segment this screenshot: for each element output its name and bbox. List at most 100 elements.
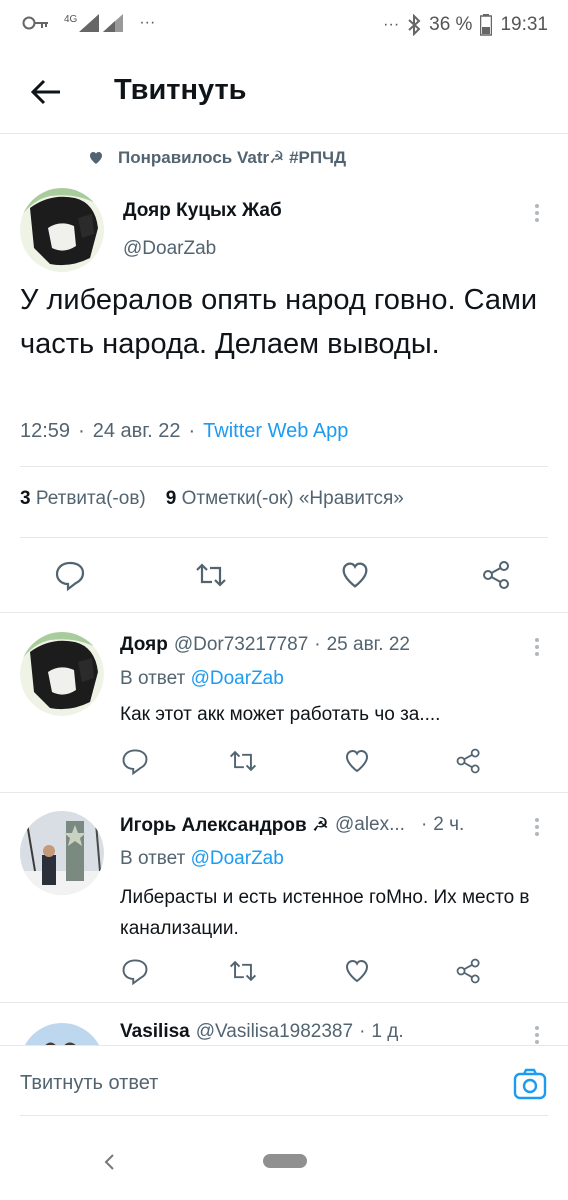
retweet-icon[interactable]	[228, 956, 258, 986]
reply-author-handle[interactable]: @Vasilisa1982387	[196, 1021, 353, 1043]
reply-button[interactable]	[53, 558, 87, 592]
reply-input[interactable]: Твитнуть ответ	[20, 1072, 158, 1095]
reply-avatar[interactable]	[20, 1023, 104, 1045]
battery-icon	[480, 14, 493, 36]
reply-header: Vasilisa @Vasilisa1982387 · 1 д.	[120, 1021, 404, 1043]
tweet-stats: 3 Ретвита(-ов) 9 Отметки(-ок) «Нравится»	[20, 488, 404, 510]
share-icon	[483, 561, 509, 589]
meta-divider	[20, 466, 548, 467]
reply-action-bar	[120, 956, 490, 986]
reply-item-partial[interactable]: Vasilisa @Vasilisa1982387 · 1 д.	[0, 1003, 568, 1045]
reply-avatar[interactable]	[20, 632, 104, 716]
avatar-image	[20, 188, 104, 272]
page-title: Твитнуть	[114, 74, 247, 106]
stats-divider	[20, 537, 548, 538]
signal-2-icon	[103, 14, 124, 32]
heart-outline-icon[interactable]	[342, 746, 372, 776]
actions-divider	[0, 612, 568, 613]
meta-separator: ·	[78, 420, 85, 442]
reply-icon[interactable]	[120, 956, 150, 986]
meta-separator: ·	[188, 420, 196, 442]
meta-separator: ·	[420, 814, 428, 835]
battery-percent: 36 %	[429, 14, 473, 35]
reply-author-name[interactable]: Vasilisa	[120, 1021, 190, 1043]
replying-to-label: В ответ	[120, 668, 186, 689]
retweet-button[interactable]	[194, 558, 228, 592]
more-options-button[interactable]	[531, 1023, 543, 1045]
avatar-image	[20, 1023, 104, 1045]
tweet-time: 12:59	[20, 420, 71, 442]
share-button[interactable]	[480, 558, 514, 592]
replying-to-handle[interactable]: @DoarZab	[191, 668, 284, 689]
author-name[interactable]: Дояр Куцых Жаб	[123, 200, 282, 222]
chevron-left-icon	[104, 1154, 114, 1170]
more-icon	[531, 818, 543, 836]
reply-divider	[0, 792, 568, 793]
avatar[interactable]	[20, 188, 104, 272]
reply-author-handle[interactable]: @Dor73217787	[174, 634, 308, 656]
avatar-image	[20, 632, 104, 716]
more-icon	[531, 204, 543, 222]
share-icon[interactable]	[454, 746, 484, 776]
author-handle[interactable]: @DoarZab	[123, 238, 216, 260]
reply-author-handle[interactable]: @alex...	[335, 814, 405, 837]
tweet-text: У либералов опять народ говно. Сами част…	[20, 284, 538, 360]
top-app-bar: Твитнуть	[0, 52, 568, 132]
replying-to: В ответ @DoarZab	[120, 848, 284, 870]
reply-icon	[55, 561, 85, 592]
tweet-date: 24 авг. 22	[92, 420, 181, 442]
share-icon[interactable]	[454, 956, 484, 986]
replying-to-label: В ответ	[120, 848, 186, 869]
liked-by-text: Понравилось Vatr☭ #РПЧД	[118, 148, 347, 167]
status-dots-right: ···	[383, 16, 400, 33]
arrow-left-icon	[30, 79, 60, 105]
reply-header: Дояр @Dor73217787 · 25 авг. 22	[120, 634, 410, 656]
tweet-meta: 12:59 · 24 авг. 22 · Twitter Web App	[20, 420, 348, 443]
home-pill[interactable]	[263, 1154, 307, 1168]
meta-separator: ·	[314, 634, 321, 655]
back-button[interactable]	[26, 72, 66, 112]
more-options-button[interactable]	[531, 635, 543, 659]
network-type: 4G	[64, 14, 78, 25]
bluetooth-icon	[408, 14, 421, 36]
reply-author-name[interactable]: Игорь Александров ☭	[120, 814, 329, 837]
likes-stat[interactable]: 9 Отметки(-ок) «Нравится»	[166, 488, 404, 510]
reply-action-bar	[120, 746, 490, 776]
clock: 19:31	[500, 14, 548, 35]
more-options-button[interactable]	[531, 815, 543, 839]
replying-to: В ответ @DoarZab	[120, 668, 284, 690]
key-icon	[22, 16, 48, 30]
meta-separator: ·	[359, 1021, 366, 1042]
likes-count: 9	[165, 488, 177, 509]
status-bar: 4G ··· ··· 36 % 19:31	[0, 0, 568, 50]
retweet-icon	[196, 563, 226, 587]
avatar-image	[20, 811, 104, 895]
reply-time: 2 ч.	[433, 814, 465, 835]
status-dots-left: ···	[139, 14, 156, 31]
more-icon	[531, 638, 543, 656]
reply-header: Игорь Александров ☭ @alex... · 2 ч.	[120, 814, 520, 837]
reply-time: 1 д.	[371, 1021, 404, 1042]
retweets-stat[interactable]: 3 Ретвита(-ов)	[20, 488, 146, 510]
more-options-button[interactable]	[531, 201, 543, 225]
retweet-icon[interactable]	[228, 746, 258, 776]
camera-icon	[513, 1068, 547, 1100]
reply-text: Либерасты и есть истенное гоМно. Их мест…	[120, 887, 530, 939]
reply-author-name[interactable]: Дояр	[120, 634, 168, 656]
replying-to-handle[interactable]: @DoarZab	[191, 848, 284, 869]
status-left: 4G ···	[22, 14, 155, 32]
heart-outline-icon[interactable]	[342, 956, 372, 986]
like-button[interactable]	[338, 558, 372, 592]
more-icon	[531, 1026, 543, 1044]
header-divider	[0, 133, 568, 134]
tweet-client-link[interactable]: Twitter Web App	[203, 420, 348, 443]
social-context[interactable]: Понравилось Vatr☭ #РПЧД	[88, 148, 346, 168]
camera-button[interactable]	[512, 1066, 548, 1102]
system-navigation-bar	[0, 1120, 568, 1200]
reply-avatar[interactable]	[20, 811, 104, 895]
reply-composer: Твитнуть ответ	[0, 1046, 568, 1116]
reply-icon[interactable]	[120, 746, 150, 776]
heart-outline-icon	[342, 562, 368, 588]
system-back-button[interactable]	[100, 1150, 120, 1174]
signal-icon	[79, 14, 100, 32]
